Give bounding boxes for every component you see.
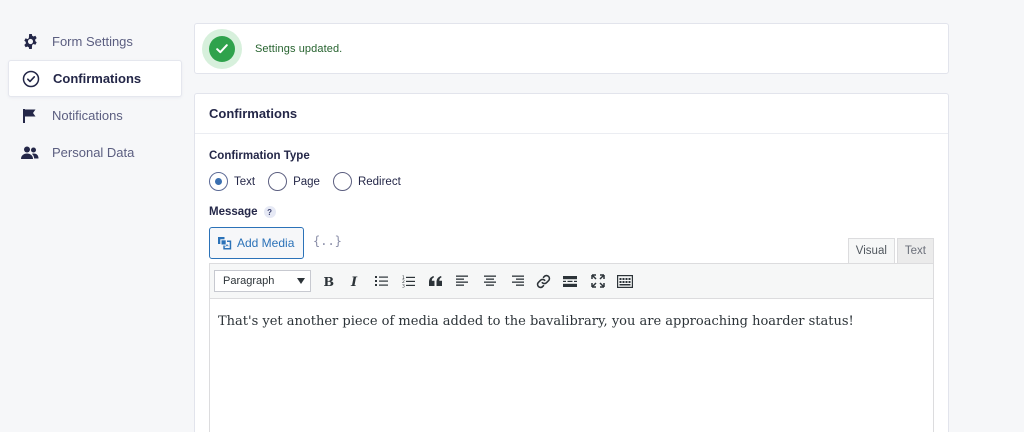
align-left-icon [455, 275, 468, 286]
message-text[interactable]: That's yet another piece of media added … [218, 314, 925, 329]
bullet-list-icon [374, 276, 388, 286]
format-select[interactable]: Paragraph [214, 270, 311, 292]
read-more-icon [563, 275, 577, 287]
link-icon [536, 274, 551, 288]
sidebar-item-personal-data[interactable]: Personal Data [8, 134, 182, 171]
svg-text:B: B [323, 275, 334, 287]
success-notice: Settings updated. [194, 23, 949, 74]
radio-redirect-circle[interactable] [332, 172, 352, 191]
settings-sidebar: Form Settings Confirmations Notification… [8, 23, 182, 171]
sidebar-item-label: Personal Data [52, 145, 135, 160]
tab-visual[interactable]: Visual [847, 238, 895, 263]
message-label: Message [209, 206, 258, 218]
bold-button[interactable]: B [314, 268, 341, 295]
align-right-icon [511, 275, 524, 286]
users-icon [21, 144, 39, 162]
sidebar-item-label: Notifications [52, 108, 123, 123]
editor-tabs: Visual Text [846, 238, 934, 263]
align-right-button[interactable] [503, 268, 530, 295]
confirmation-type-label: Confirmation Type [209, 150, 310, 162]
sidebar-item-label: Confirmations [53, 71, 142, 86]
media-icon [217, 236, 232, 250]
radio-page-label: Page [293, 175, 320, 188]
radio-text[interactable]: Text [209, 172, 255, 191]
sidebar-item-notifications[interactable]: Notifications [8, 97, 182, 134]
check-circle-icon [22, 70, 40, 88]
numbered-list-icon: 123 [402, 275, 415, 288]
bullet-list-button[interactable] [368, 268, 395, 295]
align-left-button[interactable] [449, 268, 476, 295]
blockquote-button[interactable] [422, 268, 449, 295]
radio-redirect[interactable]: Redirect [332, 172, 401, 191]
radio-text-circle[interactable] [209, 172, 228, 191]
help-icon[interactable]: ? [263, 206, 276, 218]
gear-icon [21, 33, 39, 51]
sidebar-item-confirmations[interactable]: Confirmations [8, 60, 182, 97]
svg-text:3: 3 [402, 283, 405, 288]
link-button[interactable] [530, 268, 557, 295]
chevron-down-icon [297, 278, 305, 284]
radio-text-label: Text [234, 175, 256, 188]
bold-icon: B [323, 275, 334, 287]
sidebar-item-form-settings[interactable]: Form Settings [8, 23, 182, 60]
success-icon-halo [202, 28, 242, 69]
align-center-icon [483, 275, 496, 286]
radio-page-circle[interactable] [268, 172, 288, 191]
radio-redirect-label: Redirect [357, 175, 401, 188]
editor-top-bar: Add Media {..} Visual Text [209, 227, 934, 263]
toolbar-toggle-icon [616, 274, 633, 288]
toolbar-toggle-button[interactable] [611, 268, 638, 295]
confirmation-type-group: Text Page Redirect [209, 172, 934, 191]
merge-tags-button[interactable]: {..} [313, 234, 342, 248]
tab-text[interactable]: Text [896, 238, 934, 263]
message-label-row: Message ? [209, 206, 934, 218]
add-media-button[interactable]: Add Media [209, 227, 304, 259]
confirmations-panel: Confirmations Confirmation Type Text Pag… [194, 93, 949, 432]
flag-icon [21, 107, 39, 125]
editor-toolbar: Paragraph B I 123 [209, 263, 934, 299]
sidebar-item-label: Form Settings [52, 34, 133, 49]
message-editor-content[interactable]: That's yet another piece of media added … [209, 299, 934, 432]
numbered-list-button[interactable]: 123 [395, 268, 422, 295]
panel-title: Confirmations [195, 94, 948, 134]
italic-button[interactable]: I [341, 268, 368, 295]
fullscreen-button[interactable] [584, 268, 611, 295]
italic-icon: I [350, 275, 358, 287]
blockquote-icon [428, 275, 442, 286]
svg-text:I: I [350, 275, 358, 287]
add-media-label: Add Media [237, 236, 295, 250]
read-more-button[interactable] [557, 268, 584, 295]
check-icon [209, 35, 235, 62]
fullscreen-icon [590, 274, 605, 288]
radio-page[interactable]: Page [268, 172, 320, 191]
align-center-button[interactable] [476, 268, 503, 295]
format-select-value: Paragraph [223, 275, 275, 287]
notice-message: Settings updated. [255, 42, 343, 55]
